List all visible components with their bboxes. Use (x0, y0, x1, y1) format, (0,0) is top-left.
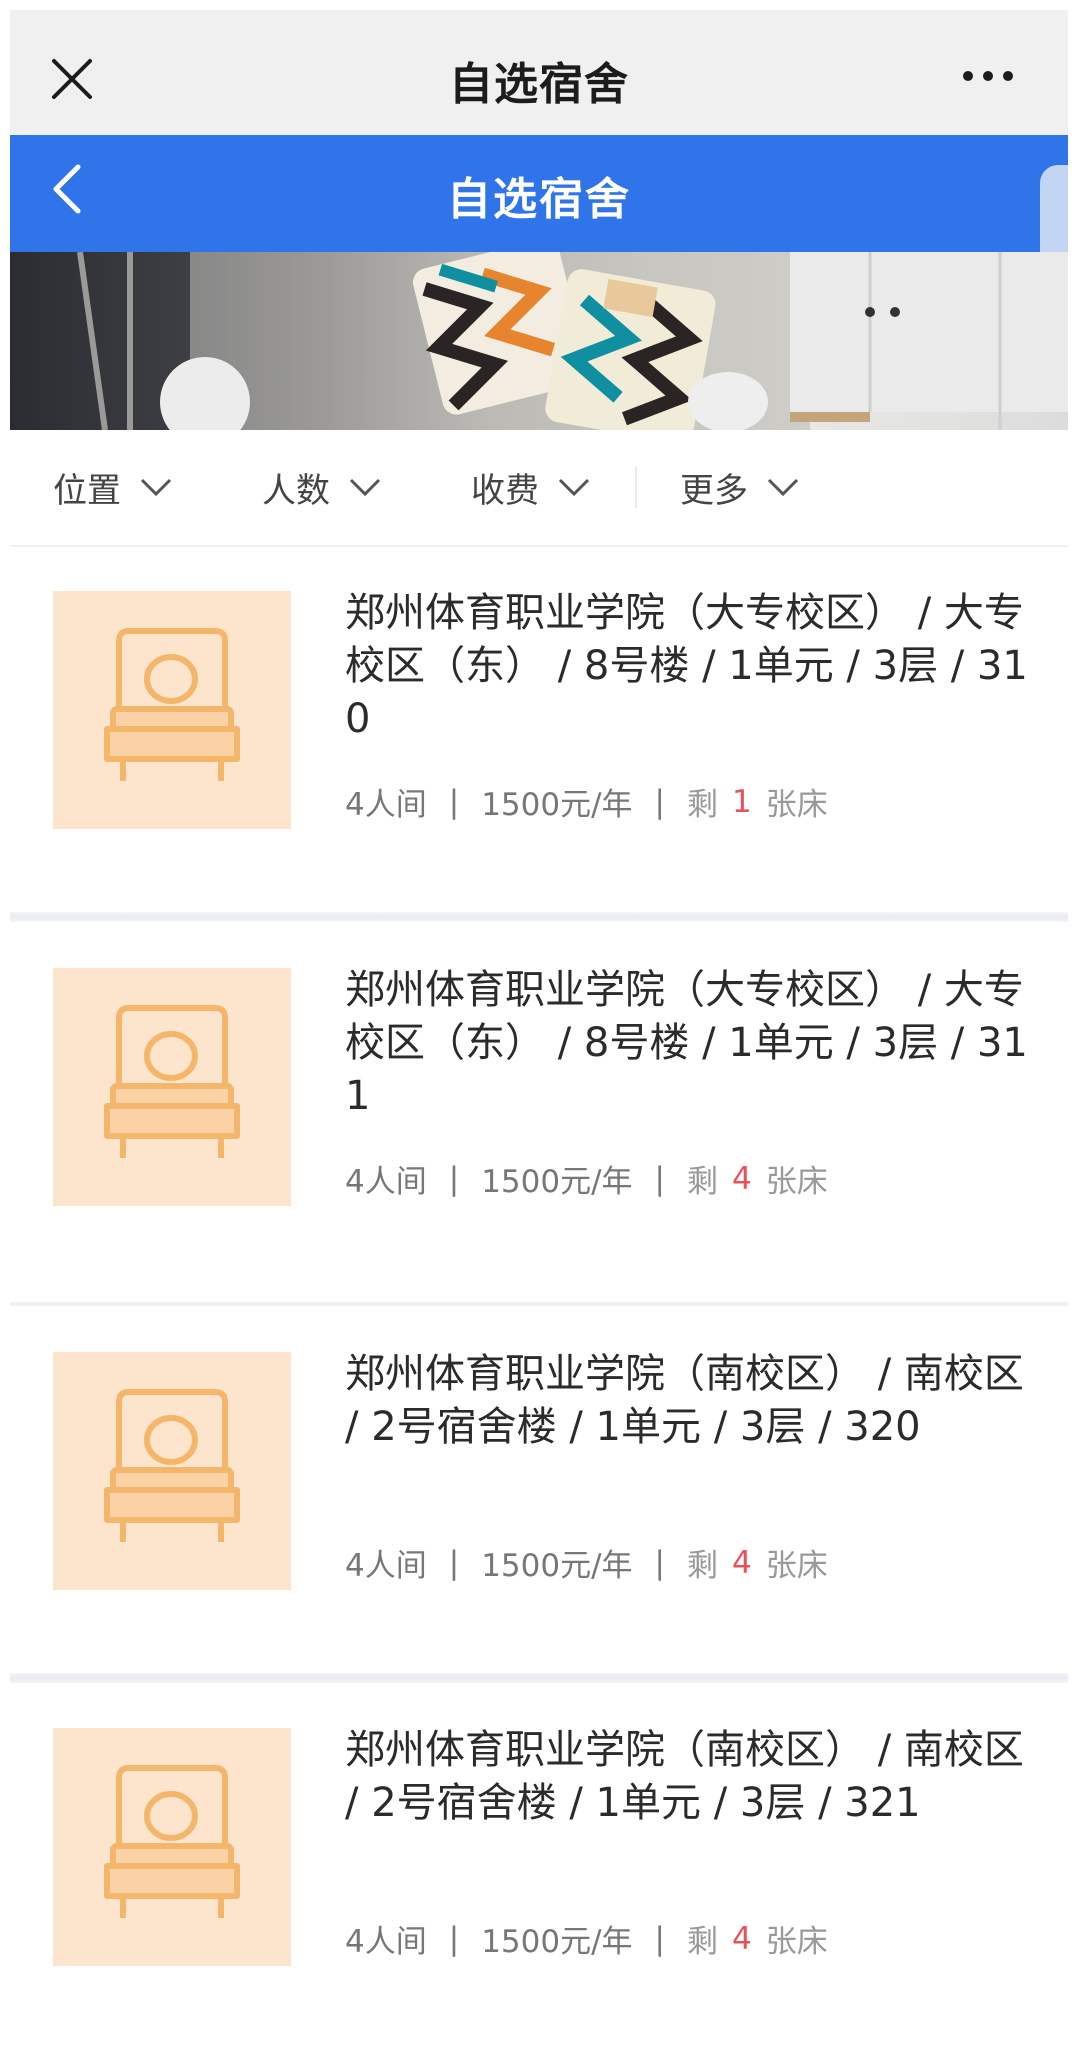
room-meta: 4人间 | 1500元/年 | 剩 1 张床 (345, 779, 828, 824)
room-capacity: 4人间 (345, 1164, 427, 1200)
app-header: 自选宿舍 (10, 135, 1068, 435)
bed-icon (104, 1005, 240, 1158)
meta-separator: | (654, 1920, 665, 1957)
remain-prefix: 剩 (686, 787, 718, 823)
room-price: 1500元/年 (481, 1548, 633, 1584)
room-title: 郑州体育职业学院（南校区） / 南校区 / 2号宿舍楼 / 1单元 / 3层 /… (345, 1727, 1024, 1826)
filter-bar: 位置 人数 收费 更多 (10, 430, 1068, 547)
list-divider (10, 912, 1068, 922)
remaining-beds-count: 4 (731, 1160, 752, 1197)
chevron-down-icon (349, 478, 381, 497)
room-thumbnail (53, 591, 291, 829)
room-card[interactable]: 郑州体育职业学院（大专校区） / 大专校区（东） / 8号楼 / 1单元 / 3… (10, 922, 1068, 1297)
room-thumbnail (53, 1352, 291, 1590)
filter-label: 收费 (471, 470, 539, 511)
room-price: 1500元/年 (481, 1924, 633, 1960)
chevron-down-icon (767, 478, 799, 497)
room-meta: 4人间 | 1500元/年 | 剩 4 张床 (345, 1540, 828, 1585)
filter-label: 更多 (680, 470, 748, 511)
filter-label: 人数 (262, 470, 330, 511)
room-title: 郑州体育职业学院（南校区） / 南校区 / 2号宿舍楼 / 1单元 / 3层 /… (345, 1351, 1024, 1450)
remain-suffix: 张床 (765, 1924, 828, 1960)
room-thumbnail (53, 968, 291, 1206)
room-title: 郑州体育职业学院（大专校区） / 大专校区（东） / 8号楼 / 1单元 / 3… (345, 590, 1028, 742)
chevron-down-icon (558, 478, 590, 497)
chevron-down-icon (140, 478, 172, 497)
room-capacity: 4人间 (345, 1548, 427, 1584)
filter-label: 位置 (53, 470, 121, 511)
room-meta: 4人间 | 1500元/年 | 剩 4 张床 (345, 1916, 828, 1961)
remain-suffix: 张床 (765, 787, 828, 823)
banner-illustration (77, 252, 1068, 430)
banner-image (10, 252, 1068, 430)
room-title: 郑州体育职业学院（大专校区） / 大专校区（东） / 8号楼 / 1单元 / 3… (345, 967, 1028, 1119)
room-meta: 4人间 | 1500元/年 | 剩 4 张床 (345, 1156, 828, 1201)
meta-separator: | (448, 1544, 460, 1581)
list-divider (10, 1673, 1068, 1683)
room-card[interactable]: 郑州体育职业学院（南校区） / 南校区 / 2号宿舍楼 / 1单元 / 3层 /… (10, 1306, 1068, 1681)
meta-separator: | (448, 783, 460, 820)
room-card[interactable]: 郑州体育职业学院（南校区） / 南校区 / 2号宿舍楼 / 1单元 / 3层 /… (10, 1683, 1068, 2063)
filter-more[interactable]: 更多 (680, 462, 800, 512)
meta-separator: | (448, 1160, 460, 1197)
remaining-beds-count: 1 (731, 783, 752, 820)
remain-prefix: 剩 (686, 1548, 718, 1584)
remain-suffix: 张床 (765, 1164, 828, 1200)
room-price: 1500元/年 (481, 787, 633, 823)
filter-people[interactable]: 人数 (262, 462, 382, 512)
room-capacity: 4人间 (345, 787, 427, 823)
filter-fee[interactable]: 收费 (471, 462, 591, 512)
room-capacity: 4人间 (345, 1924, 427, 1960)
remaining-beds-count: 4 (731, 1544, 752, 1581)
bed-icon (104, 1389, 240, 1542)
filter-divider (635, 466, 637, 508)
webview-title: 自选宿舍 (449, 59, 629, 110)
bed-icon (104, 1765, 240, 1918)
webview-title-bar: 自选宿舍 (10, 10, 1068, 135)
meta-separator: | (654, 1544, 665, 1581)
bed-icon (104, 628, 240, 781)
remain-prefix: 剩 (686, 1164, 718, 1200)
filter-location[interactable]: 位置 (53, 462, 173, 512)
meta-separator: | (448, 1920, 460, 1957)
meta-separator: | (654, 783, 665, 820)
remain-prefix: 剩 (686, 1924, 718, 1960)
meta-separator: | (654, 1160, 665, 1197)
page: 自选宿舍 自选宿舍 位置 人数 收费 更多 郑州体育职业学院（大专校区） / 大… (0, 0, 1080, 2063)
room-card[interactable]: 郑州体育职业学院（大专校区） / 大专校区（东） / 8号楼 / 1单元 / 3… (10, 547, 1068, 922)
page-title: 自选宿舍 (447, 174, 631, 225)
room-thumbnail (53, 1728, 291, 1966)
remaining-beds-count: 4 (731, 1920, 752, 1957)
more-icon[interactable] (962, 70, 1014, 82)
room-price: 1500元/年 (481, 1164, 633, 1200)
remain-suffix: 张床 (765, 1548, 828, 1584)
